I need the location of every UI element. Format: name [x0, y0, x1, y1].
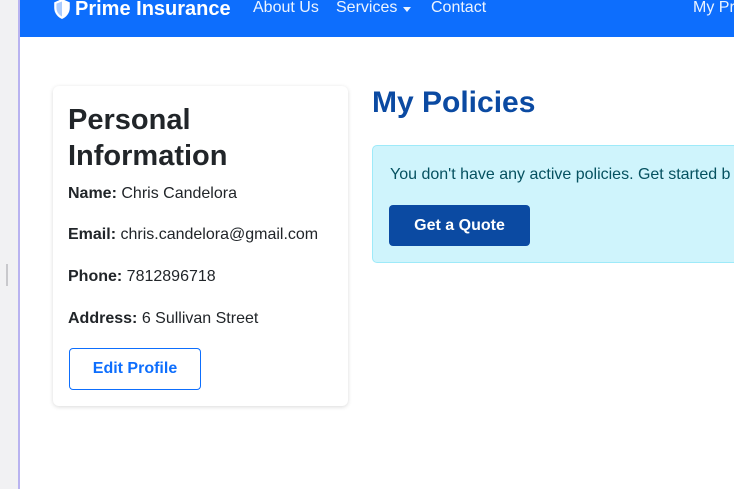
gutter-border	[18, 0, 20, 489]
get-quote-button[interactable]: Get a Quote	[389, 205, 530, 246]
card-title: Personal Information	[68, 104, 228, 172]
address-label: Address:	[68, 310, 138, 327]
name-value: Chris Candelora	[121, 185, 237, 202]
nav-my-profile-link[interactable]: My Pr	[693, 0, 734, 18]
name-row: Name: Chris Candelora	[68, 185, 237, 203]
page-title: My Policies	[372, 86, 536, 119]
edit-profile-button[interactable]: Edit Profile	[69, 348, 201, 390]
email-label: Email:	[68, 226, 117, 243]
editor-gutter	[0, 0, 19, 489]
nav-services-label: Services	[336, 0, 398, 16]
personal-info-card: Personal Information Name: Chris Candelo…	[53, 86, 348, 406]
phone-row: Phone: 7812896718	[68, 268, 216, 286]
no-policies-alert: You don't have any active policies. Get …	[372, 145, 734, 263]
address-row: Address: 6 Sullivan Street	[68, 310, 258, 328]
caret-down-icon	[403, 6, 412, 12]
shield-icon	[54, 0, 70, 19]
top-navbar: Prime Insurance About Us Services Contac…	[20, 0, 734, 37]
address-value: 6 Sullivan Street	[141, 310, 259, 327]
resize-handle[interactable]	[6, 264, 8, 286]
nav-services-dropdown[interactable]: Services	[336, 0, 412, 18]
brand-link[interactable]: Prime Insurance	[53, 0, 231, 21]
phone-label: Phone:	[68, 268, 123, 285]
brand-name: Prime Insurance	[75, 0, 231, 20]
phone-value: 7812896718	[126, 268, 216, 285]
email-row: Email: chris.candelora@gmail.com	[68, 226, 318, 244]
alert-message: You don't have any active policies. Get …	[390, 166, 731, 183]
nav-about-link[interactable]: About Us	[253, 0, 319, 18]
name-label: Name:	[68, 185, 117, 202]
email-value: chris.candelora@gmail.com	[120, 226, 319, 243]
nav-contact-link[interactable]: Contact	[431, 0, 486, 18]
